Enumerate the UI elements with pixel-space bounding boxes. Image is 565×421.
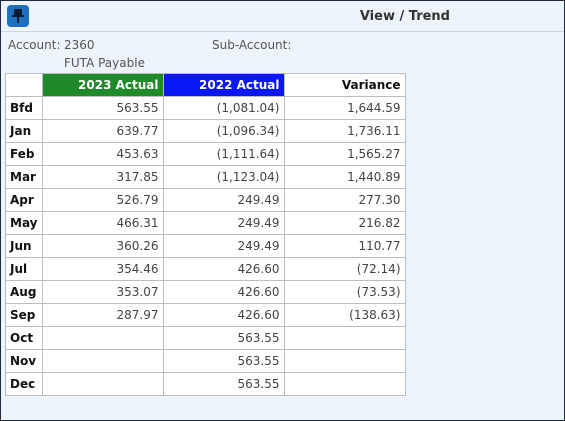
cell-2022-actual[interactable]: 426.60	[162, 257, 285, 281]
cell-variance[interactable]	[283, 326, 406, 350]
cell-2023-actual[interactable]: 563.55	[41, 96, 164, 120]
table-row[interactable]: Apr 526.79 249.49 277.30	[5, 188, 406, 212]
column-header-2023-actual[interactable]: 2023 Actual	[41, 73, 164, 97]
cell-2023-actual[interactable]	[41, 372, 164, 396]
view-trend-window: View / Trend Account: 2360 FUTA Payable …	[0, 0, 565, 421]
cell-2023-actual[interactable]	[41, 326, 164, 350]
column-header-variance[interactable]: Variance	[283, 73, 406, 97]
cell-variance[interactable]: (72.14)	[283, 257, 406, 281]
cell-variance[interactable]: 1,644.59	[283, 96, 406, 120]
cell-2022-actual[interactable]: 426.60	[162, 280, 285, 304]
cell-2023-actual[interactable]: 353.07	[41, 280, 164, 304]
cell-2022-actual[interactable]: 249.49	[162, 211, 285, 235]
row-label: Dec	[5, 372, 43, 396]
row-label: Oct	[5, 326, 43, 350]
cell-2023-actual[interactable]: 453.63	[41, 142, 164, 166]
table-header-row: 2023 Actual 2022 Actual Variance	[5, 73, 406, 97]
cell-variance[interactable]: 1,736.11	[283, 119, 406, 143]
row-label: Nov	[5, 349, 43, 373]
cell-2022-actual[interactable]: (1,096.34)	[162, 119, 285, 143]
sub-account-label: Sub-Account:	[212, 38, 292, 52]
table-row[interactable]: Feb 453.63 (1,111.64) 1,565.27	[5, 142, 406, 166]
table-row[interactable]: Dec 563.55	[5, 372, 406, 396]
account-name: FUTA Payable	[64, 56, 145, 70]
row-label: Jul	[5, 257, 43, 281]
row-label: Feb	[5, 142, 43, 166]
table-row[interactable]: Mar 317.85 (1,123.04) 1,440.89	[5, 165, 406, 189]
account-label: Account:	[8, 38, 61, 52]
cell-variance[interactable]: 110.77	[283, 234, 406, 258]
cell-2023-actual[interactable]: 354.46	[41, 257, 164, 281]
row-label: Jun	[5, 234, 43, 258]
cell-2022-actual[interactable]: 426.60	[162, 303, 285, 327]
account-number: 2360	[64, 38, 95, 52]
cell-2023-actual[interactable]	[41, 349, 164, 373]
column-header-2022-actual[interactable]: 2022 Actual	[162, 73, 285, 97]
table-row[interactable]: May 466.31 249.49 216.82	[5, 211, 406, 235]
row-label: Sep	[5, 303, 43, 327]
cell-2023-actual[interactable]: 526.79	[41, 188, 164, 212]
table-row[interactable]: Bfd 563.55 (1,081.04) 1,644.59	[5, 96, 406, 120]
trend-table: 2023 Actual 2022 Actual Variance Bfd 563…	[5, 73, 406, 396]
cell-2022-actual[interactable]: 563.55	[162, 326, 285, 350]
cell-variance[interactable]: 1,565.27	[283, 142, 406, 166]
account-info: Account: 2360 FUTA Payable Sub-Account:	[8, 38, 564, 74]
cell-2023-actual[interactable]: 287.97	[41, 303, 164, 327]
cell-variance[interactable]: 1,440.89	[283, 165, 406, 189]
row-label: Bfd	[5, 96, 43, 120]
cell-2023-actual[interactable]: 466.31	[41, 211, 164, 235]
table-row[interactable]: Sep 287.97 426.60 (138.63)	[5, 303, 406, 327]
cell-2023-actual[interactable]: 639.77	[41, 119, 164, 143]
cell-2022-actual[interactable]: (1,123.04)	[162, 165, 285, 189]
row-label: Aug	[5, 280, 43, 304]
row-label: Jan	[5, 119, 43, 143]
cell-2023-actual[interactable]: 317.85	[41, 165, 164, 189]
row-label: May	[5, 211, 43, 235]
row-label: Apr	[5, 188, 43, 212]
table-row[interactable]: Jan 639.77 (1,096.34) 1,736.11	[5, 119, 406, 143]
table-row[interactable]: Nov 563.55	[5, 349, 406, 373]
cell-2022-actual[interactable]: 563.55	[162, 349, 285, 373]
table-row[interactable]: Oct 563.55	[5, 326, 406, 350]
title-bar: View / Trend	[1, 1, 564, 32]
cell-2022-actual[interactable]: (1,081.04)	[162, 96, 285, 120]
cell-variance[interactable]	[283, 372, 406, 396]
cell-variance[interactable]: (138.63)	[283, 303, 406, 327]
table-row[interactable]: Jun 360.26 249.49 110.77	[5, 234, 406, 258]
cell-2022-actual[interactable]: 249.49	[162, 188, 285, 212]
table-row[interactable]: Jul 354.46 426.60 (72.14)	[5, 257, 406, 281]
row-label: Mar	[5, 165, 43, 189]
cell-2022-actual[interactable]: (1,111.64)	[162, 142, 285, 166]
cell-2023-actual[interactable]: 360.26	[41, 234, 164, 258]
cell-variance[interactable]: 216.82	[283, 211, 406, 235]
row-header-column	[5, 73, 43, 97]
window-title: View / Trend	[359, 9, 450, 24]
table-row[interactable]: Aug 353.07 426.60 (73.53)	[5, 280, 406, 304]
cell-2022-actual[interactable]: 563.55	[162, 372, 285, 396]
pin-icon[interactable]	[7, 5, 29, 27]
cell-variance[interactable]: (73.53)	[283, 280, 406, 304]
cell-variance[interactable]	[283, 349, 406, 373]
cell-2022-actual[interactable]: 249.49	[162, 234, 285, 258]
cell-variance[interactable]: 277.30	[283, 188, 406, 212]
